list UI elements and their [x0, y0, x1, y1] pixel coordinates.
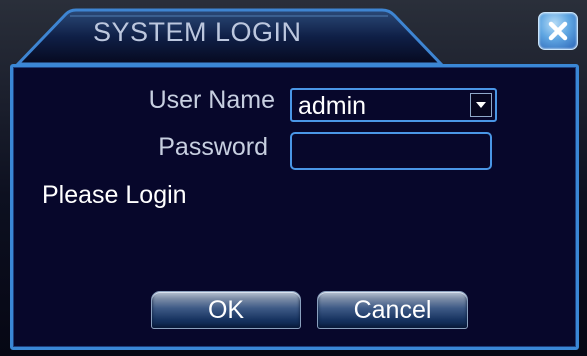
close-button[interactable]: [538, 12, 578, 50]
password-label: Password: [158, 133, 268, 161]
username-label: User Name: [148, 86, 275, 114]
dropdown-arrow-button[interactable]: [470, 93, 492, 117]
password-field[interactable]: [290, 132, 492, 170]
dialog-title: SYSTEM LOGIN: [93, 17, 302, 47]
chevron-down-icon: [476, 102, 486, 108]
cancel-button[interactable]: Cancel: [317, 291, 468, 329]
username-select[interactable]: admin: [290, 88, 497, 122]
username-value: admin: [298, 92, 367, 120]
status-message: Please Login: [42, 181, 187, 209]
login-dialog: SYSTEM LOGIN User Name admin Password Pl…: [0, 0, 587, 356]
ok-button[interactable]: OK: [151, 291, 301, 329]
close-x-icon: [548, 21, 568, 41]
